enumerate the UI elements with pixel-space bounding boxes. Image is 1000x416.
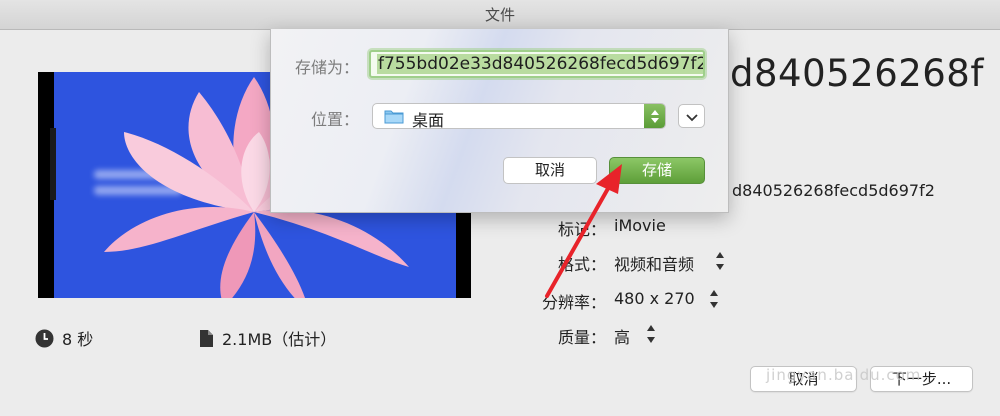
resolution-value[interactable]: 480 x 270 (614, 289, 695, 308)
format-stepper[interactable] (715, 252, 725, 270)
quality-value[interactable]: 高 (614, 324, 630, 348)
resolution-label: 分辨率： (541, 293, 606, 312)
size-label: 2.1MB（估计） (222, 330, 337, 349)
folder-icon (384, 109, 404, 128)
expand-button[interactable] (678, 104, 705, 128)
location-label: 位置： (310, 110, 359, 129)
project-name-large: d840526268f (730, 52, 984, 95)
filename-selected-text: f755bd02e33d840526268fecd5d697f2 (377, 54, 703, 74)
watermark: jingyan.baidu.com (766, 366, 922, 384)
window-title: 文件 (0, 0, 1000, 30)
document-icon (199, 329, 214, 348)
preview-edge (50, 128, 56, 200)
quality-stepper[interactable] (646, 325, 656, 343)
tags-label: 标记： (557, 220, 606, 239)
sheet-save-button[interactable]: 存储 (609, 157, 705, 184)
duration-label: 8 秒 (62, 330, 94, 349)
duration-info: 8 秒 (35, 326, 93, 350)
save-dialog: 存储为： f755bd02e33d840526268fecd5d697f2 位置… (270, 29, 729, 213)
location-value: 桌面 (412, 111, 445, 130)
project-name-small: d840526268fecd5d697f2 (732, 181, 935, 200)
chevron-down-icon (685, 107, 698, 126)
sheet-cancel-button[interactable]: 取消 (503, 157, 597, 184)
format-value[interactable]: 视频和音频 (614, 251, 694, 275)
clock-icon (35, 329, 54, 348)
size-info: 2.1MB（估计） (199, 326, 336, 350)
quality-label: 质量： (557, 328, 606, 347)
location-select[interactable]: 桌面 (372, 103, 666, 130)
save-as-label: 存储为： (294, 58, 359, 77)
tags-value[interactable]: iMovie (614, 216, 666, 235)
filename-input[interactable]: f755bd02e33d840526268fecd5d697f2 (369, 50, 705, 78)
resolution-stepper[interactable] (709, 290, 719, 308)
location-select-arrows[interactable] (644, 104, 665, 128)
format-label: 格式： (557, 255, 606, 274)
